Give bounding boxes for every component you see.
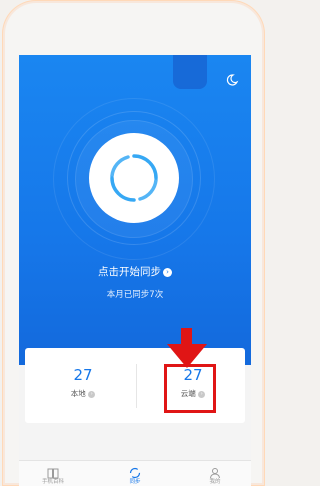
start-sync-label: 点击开始同步	[98, 266, 161, 278]
start-sync-link[interactable]: 点击开始同步 ›	[19, 264, 251, 279]
night-mode-icon[interactable]	[225, 72, 239, 86]
chevron-right-icon: ›	[163, 267, 172, 277]
tab-label: 手机百科	[41, 479, 64, 485]
month-sync-count: 本月已同步7次	[106, 290, 164, 300]
tab-mine[interactable]: 我的	[185, 464, 245, 485]
annotation-highlight-box	[164, 364, 216, 413]
sync-icon	[129, 464, 141, 479]
user-icon	[209, 464, 221, 479]
sync-button[interactable]	[89, 133, 179, 223]
local-count: 27	[73, 366, 93, 384]
tab-sync[interactable]: 同步	[105, 464, 165, 485]
sync-hero: 点击开始同步 › 本月已同步7次	[19, 55, 251, 365]
local-label: 本地	[70, 389, 86, 398]
top-status-pill	[173, 55, 207, 89]
tab-label: 我的	[209, 479, 221, 485]
phone-frame: 点击开始同步 › 本月已同步7次 27 本地 › 27 云端 › 手机百科 同步…	[2, 0, 265, 486]
stats-divider	[136, 364, 137, 408]
local-stat[interactable]: 27 本地 ›	[33, 366, 133, 399]
local-label-row: 本地 ›	[33, 388, 133, 399]
tab-encyclopedia[interactable]: 手机百科	[23, 464, 83, 485]
chevron-right-icon: ›	[88, 390, 96, 398]
app-screen: 点击开始同步 › 本月已同步7次 27 本地 › 27 云端 › 手机百科 同步…	[19, 55, 251, 486]
tab-label: 同步	[129, 479, 141, 485]
sync-icon	[110, 154, 158, 202]
bottom-tab-bar: 手机百科 同步 我的	[19, 460, 251, 486]
book-icon	[47, 464, 59, 479]
